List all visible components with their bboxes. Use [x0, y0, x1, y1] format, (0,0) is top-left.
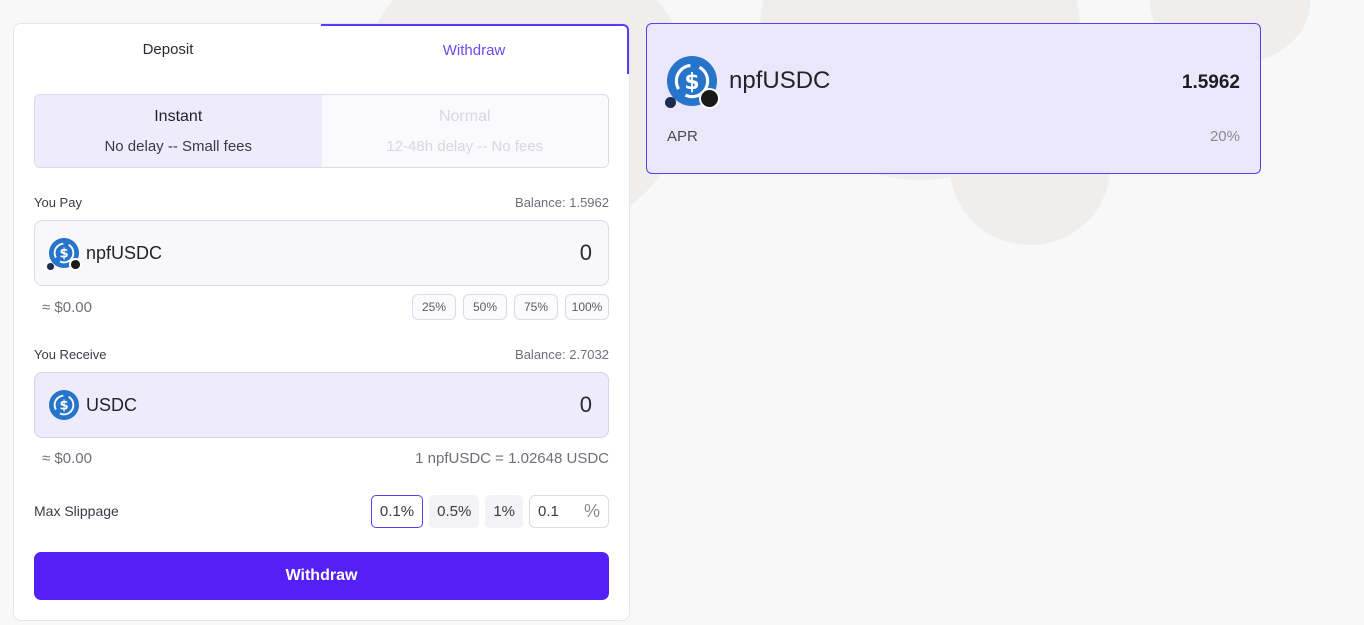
pay-balance: Balance: 1.5962	[515, 195, 609, 210]
mode-normal-option[interactable]: Normal 12-48h delay -- No fees	[321, 95, 608, 167]
slippage-label: Max Slippage	[34, 503, 119, 519]
svg-text:$: $	[684, 70, 699, 95]
slippage-options: 0.1% 0.5% 1% %	[370, 494, 609, 528]
tab-withdraw[interactable]: Withdraw	[321, 24, 629, 74]
pay-amount-input[interactable]: 0	[580, 240, 592, 266]
receive-balance: Balance: 2.7032	[515, 347, 609, 362]
pay-token-symbol: npfUSDC	[86, 242, 163, 263]
svg-text:$: $	[59, 247, 68, 262]
withdraw-button[interactable]: Withdraw	[34, 552, 609, 600]
slippage-unit: %	[583, 500, 600, 521]
usdc-coin-icon: $	[49, 390, 79, 420]
withdraw-mode-selector: Instant No delay -- Small fees Normal 12…	[34, 94, 609, 168]
slippage-custom-input[interactable]	[538, 502, 578, 520]
vault-card[interactable]: $ npfUSDC 1.5962 APR 20%	[646, 23, 1261, 174]
swap-panel: Deposit Withdraw Instant No delay -- Sma…	[13, 23, 630, 621]
receive-field[interactable]: $ USDC 0	[34, 372, 609, 438]
percent-75-button[interactable]: 75%	[514, 294, 558, 320]
card-token: $ npfUSDC	[665, 56, 831, 109]
card-apr-label: APR	[667, 128, 698, 145]
pay-field[interactable]: $ npfUSDC 0	[34, 220, 609, 286]
tab-bar: Deposit Withdraw	[14, 24, 629, 74]
card-apr-value: 20%	[1209, 128, 1240, 145]
receive-token[interactable]: $ USDC	[49, 390, 137, 420]
pay-usd-row: ≈ $0.00 25% 50% 75% 100%	[34, 294, 609, 320]
svg-text:$: $	[59, 399, 68, 414]
slippage-option-0-5[interactable]: 0.5%	[429, 494, 480, 528]
tab-deposit[interactable]: Deposit	[14, 24, 322, 74]
slippage-custom-field[interactable]: %	[529, 494, 609, 528]
receive-usd-value: ≈ $0.00	[42, 450, 92, 467]
card-balance: 1.5962	[1181, 72, 1240, 93]
npfusdc-coin-icon: $	[665, 56, 720, 109]
slippage-row: Max Slippage 0.1% 0.5% 1% %	[34, 494, 609, 528]
pay-token[interactable]: $ npfUSDC	[47, 238, 163, 271]
percent-50-button[interactable]: 50%	[463, 294, 507, 320]
exchange-rate: 1 npfUSDC = 1.02648 USDC	[415, 450, 609, 467]
percent-100-button[interactable]: 100%	[565, 294, 609, 320]
card-token-symbol: npfUSDC	[729, 67, 831, 94]
npfusdc-coin-icon: $	[47, 238, 82, 271]
receive-amount: 0	[579, 392, 592, 417]
mode-instant-subtitle: No delay -- Small fees	[104, 137, 253, 155]
mode-instant-title: Instant	[154, 107, 203, 125]
mode-instant-option[interactable]: Instant No delay -- Small fees	[35, 95, 322, 167]
mode-normal-title: Normal	[438, 107, 491, 125]
receive-label: You Receive	[34, 347, 107, 362]
percent-25-button[interactable]: 25%	[412, 294, 456, 320]
slippage-option-1[interactable]: 1%	[485, 494, 523, 528]
pay-label-row: You Pay Balance: 1.5962	[34, 195, 609, 210]
percent-buttons: 25% 50% 75% 100%	[412, 294, 609, 320]
receive-label-row: You Receive Balance: 2.7032	[34, 347, 609, 362]
pay-usd-value: ≈ $0.00	[42, 298, 92, 316]
slippage-option-0-1[interactable]: 0.1%	[370, 494, 424, 528]
receive-token-symbol: USDC	[86, 394, 138, 415]
receive-usd-row: ≈ $0.00 1 npfUSDC = 1.02648 USDC	[34, 450, 609, 467]
pay-label: You Pay	[34, 195, 82, 210]
mode-normal-subtitle: 12-48h delay -- No fees	[386, 137, 544, 155]
